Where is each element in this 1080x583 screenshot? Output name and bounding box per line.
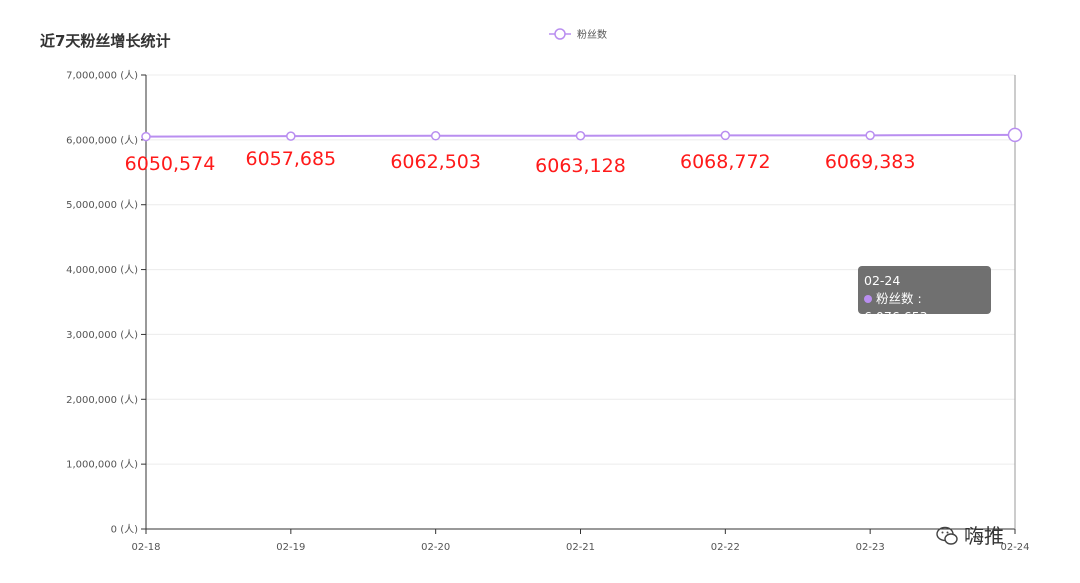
tooltip-row: 粉丝数 : 6,076,653 xyxy=(864,290,985,326)
data-point[interactable] xyxy=(286,131,296,141)
y-tick-label: 6,000,000 (人) xyxy=(66,134,138,146)
data-point[interactable] xyxy=(575,131,586,141)
value-annotation: 6050,574 xyxy=(125,153,216,175)
data-point[interactable] xyxy=(430,131,441,141)
watermark-text: 嗨推 xyxy=(964,524,1004,548)
tooltip-title: 02-24 xyxy=(864,273,901,288)
value-annotation: 6069,383 xyxy=(825,151,916,173)
value-annotation: 6062,503 xyxy=(390,151,481,173)
y-tick-label: 7,000,000 (人) xyxy=(66,70,138,82)
data-point[interactable] xyxy=(720,130,731,141)
watermark: 嗨推 xyxy=(936,520,1004,549)
x-tick-label: 02-19 xyxy=(276,542,305,553)
data-point[interactable] xyxy=(865,130,875,141)
y-tick-label: 2,000,000 (人) xyxy=(66,394,138,406)
value-annotation: 6068,772 xyxy=(680,151,771,173)
chart-title: 近7天粉丝增长统计 xyxy=(40,32,170,50)
y-tick-label: 3,000,000 (人) xyxy=(66,329,138,341)
tooltip-series-value: 粉丝数 : 6,076,653 xyxy=(864,291,928,324)
wechat-icon xyxy=(936,526,958,545)
x-tick-label: 02-20 xyxy=(421,542,450,553)
x-tick-label: 02-24 xyxy=(1000,542,1029,553)
value-annotation: 6057,685 xyxy=(245,148,336,170)
legend-label: 粉丝数 xyxy=(577,28,607,41)
tooltip: 02-24 粉丝数 : 6,076,653 xyxy=(858,266,991,324)
legend[interactable]: 粉丝数 xyxy=(549,28,607,41)
y-tick-label: 0 (人) xyxy=(111,524,138,536)
y-tick-label: 5,000,000 (人) xyxy=(66,199,138,211)
data-point[interactable] xyxy=(141,131,151,142)
x-tick-label: 02-21 xyxy=(566,542,595,553)
y-tick-label: 1,000,000 (人) xyxy=(66,459,138,471)
value-annotation: 6063,128 xyxy=(535,155,626,177)
x-tick-label: 02-23 xyxy=(856,542,885,553)
data-point[interactable] xyxy=(1007,127,1023,143)
legend-marker xyxy=(554,28,566,40)
x-tick-label: 02-22 xyxy=(711,542,740,553)
tooltip-series-dot xyxy=(864,295,872,303)
x-tick-label: 02-18 xyxy=(131,542,160,553)
y-tick-label: 4,000,000 (人) xyxy=(66,264,138,276)
